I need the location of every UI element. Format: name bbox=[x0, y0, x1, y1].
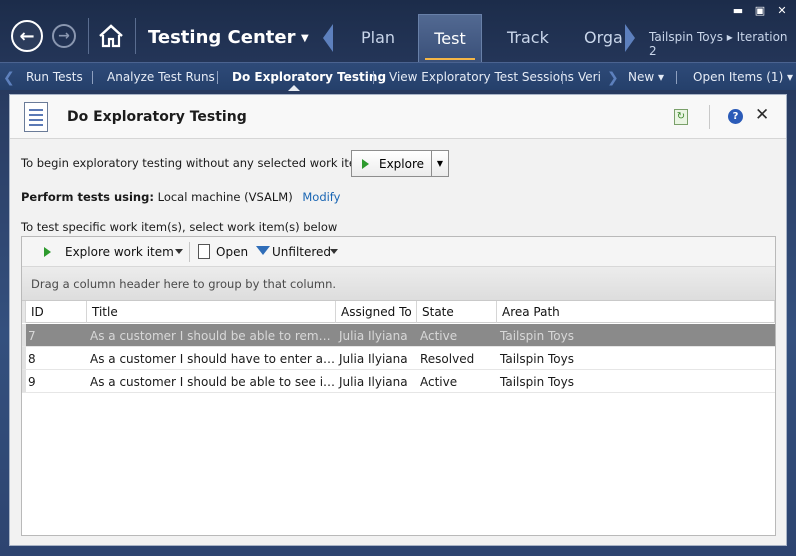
cell-state: Resolved bbox=[420, 352, 475, 366]
back-arrow-icon: ← bbox=[19, 25, 35, 47]
subnav-run-tests[interactable]: Run Tests bbox=[26, 70, 83, 84]
subnav-divider bbox=[676, 71, 677, 84]
active-subnav-indicator bbox=[288, 85, 300, 91]
open-button[interactable]: Open bbox=[216, 245, 248, 259]
cell-state: Active bbox=[420, 329, 458, 343]
perform-tests-line: Perform tests using: Local machine (VSAL… bbox=[21, 190, 340, 204]
column-header-title[interactable]: Title bbox=[87, 301, 336, 323]
table-row[interactable]: 8 As a customer I should have to enter a… bbox=[22, 347, 775, 370]
subnav-divider bbox=[562, 71, 563, 84]
chevron-down-icon[interactable]: ▼ bbox=[301, 33, 309, 44]
tab-test-label: Test bbox=[434, 29, 466, 48]
subnav-view-exploratory-sessions[interactable]: View Exploratory Test Sessions bbox=[389, 70, 574, 84]
subnav-do-exploratory-testing[interactable]: Do Exploratory Testing bbox=[232, 70, 386, 84]
nav-separator bbox=[88, 18, 89, 54]
subnav-divider bbox=[373, 71, 374, 84]
subnav-analyze-test-runs[interactable]: Analyze Test Runs bbox=[107, 70, 215, 84]
project-breadcrumb[interactable]: Tailspin Toys ▸ Iteration 2 bbox=[649, 30, 796, 58]
cell-title: As a customer I should be able to see im… bbox=[90, 375, 336, 389]
back-button[interactable]: ← bbox=[11, 20, 43, 52]
panel-title: Do Exploratory Testing bbox=[67, 109, 247, 125]
open-icon bbox=[198, 244, 210, 259]
intro-text: To begin exploratory testing without any… bbox=[21, 156, 378, 170]
cell-area-path: Tailspin Toys bbox=[500, 352, 574, 366]
new-menu[interactable]: New ▾ bbox=[628, 70, 664, 84]
chevron-down-icon[interactable]: ▼ bbox=[431, 151, 448, 176]
panel-header: Do Exploratory Testing ↻ ? ✕ bbox=[10, 95, 786, 139]
close-icon[interactable]: ✕ bbox=[755, 105, 769, 125]
tab-track[interactable]: Track bbox=[507, 28, 549, 47]
column-header-state[interactable]: State bbox=[417, 301, 497, 323]
forward-arrow-icon: → bbox=[58, 28, 70, 44]
column-header-area-path[interactable]: Area Path bbox=[497, 301, 775, 323]
work-item-grid: Explore work item Open Unfiltered Drag a… bbox=[21, 236, 776, 536]
tab-plan[interactable]: Plan bbox=[361, 28, 395, 47]
explore-button[interactable]: Explore bbox=[352, 151, 431, 176]
cell-state: Active bbox=[420, 375, 458, 389]
filter-icon bbox=[256, 246, 270, 255]
cell-title: As a customer I should have to enter a s… bbox=[90, 352, 336, 366]
app-title[interactable]: Testing Center bbox=[148, 27, 295, 48]
top-nav-bar: ← → Testing Center ▼ Plan Test Track Org… bbox=[0, 0, 796, 62]
open-items-menu[interactable]: Open Items (1) ▾ bbox=[693, 70, 793, 84]
column-header-id[interactable]: ID bbox=[26, 301, 87, 323]
toolbar-separator bbox=[189, 242, 190, 262]
perform-tests-label: Perform tests using: bbox=[21, 190, 154, 204]
cell-id: 8 bbox=[28, 352, 36, 366]
cell-assigned-to: Julia Ilyiana bbox=[339, 352, 408, 366]
chevron-right-icon[interactable]: ❯ bbox=[607, 70, 619, 86]
column-header-row: ID Title Assigned To State Area Path bbox=[22, 301, 775, 323]
chevron-down-icon[interactable] bbox=[330, 249, 338, 254]
scroll-right-icon[interactable] bbox=[625, 24, 635, 52]
cell-area-path: Tailspin Toys bbox=[500, 375, 574, 389]
filter-dropdown[interactable]: Unfiltered bbox=[272, 245, 331, 259]
grid-toolbar: Explore work item Open Unfiltered bbox=[22, 237, 775, 267]
home-icon[interactable] bbox=[98, 24, 124, 48]
sub-nav-bar: ❮ Run Tests Analyze Test Runs Do Explora… bbox=[0, 62, 796, 91]
refresh-icon[interactable]: ↻ bbox=[674, 109, 688, 125]
help-icon[interactable]: ? bbox=[728, 109, 743, 124]
cell-id: 9 bbox=[28, 375, 36, 389]
cell-assigned-to: Julia Ilyiana bbox=[339, 375, 408, 389]
modify-link[interactable]: Modify bbox=[302, 190, 340, 204]
group-by-area[interactable]: Drag a column header here to group by th… bbox=[22, 267, 775, 301]
scroll-left-icon[interactable] bbox=[323, 24, 333, 52]
explore-work-item-button[interactable]: Explore work item bbox=[65, 245, 174, 259]
cell-assigned-to: Julia Ilyiana bbox=[339, 329, 408, 343]
subnav-verify[interactable]: Verif bbox=[578, 70, 600, 84]
explore-button-label: Explore bbox=[379, 156, 425, 171]
tab-test[interactable]: Test bbox=[418, 14, 482, 62]
document-icon bbox=[24, 102, 48, 132]
cell-title: As a customer I should be able to remove… bbox=[90, 329, 336, 343]
table-row[interactable]: 7 As a customer I should be able to remo… bbox=[22, 324, 775, 347]
chevron-left-icon[interactable]: ❮ bbox=[3, 70, 15, 86]
cell-area-path: Tailspin Toys bbox=[500, 329, 574, 343]
play-icon bbox=[362, 158, 369, 169]
forward-button[interactable]: → bbox=[52, 24, 76, 48]
active-tab-underline bbox=[425, 58, 475, 60]
header-separator bbox=[709, 105, 710, 129]
play-icon bbox=[44, 247, 51, 257]
cell-id: 7 bbox=[28, 329, 36, 343]
exploratory-testing-panel: Do Exploratory Testing ↻ ? ✕ To begin ex… bbox=[9, 94, 787, 546]
perform-tests-value: Local machine (VSALM) bbox=[157, 190, 293, 204]
explore-split-button[interactable]: Explore ▼ bbox=[351, 150, 449, 177]
specific-items-text: To test specific work item(s), select wo… bbox=[21, 220, 338, 234]
group-by-hint: Drag a column header here to group by th… bbox=[31, 277, 337, 291]
table-row[interactable]: 9 As a customer I should be able to see … bbox=[22, 370, 775, 393]
chevron-down-icon[interactable] bbox=[175, 249, 183, 254]
tab-organize[interactable]: Orga bbox=[584, 28, 623, 47]
subnav-divider bbox=[217, 71, 218, 84]
column-header-assigned-to[interactable]: Assigned To bbox=[336, 301, 417, 323]
subnav-divider bbox=[92, 71, 93, 84]
nav-separator bbox=[135, 18, 136, 54]
